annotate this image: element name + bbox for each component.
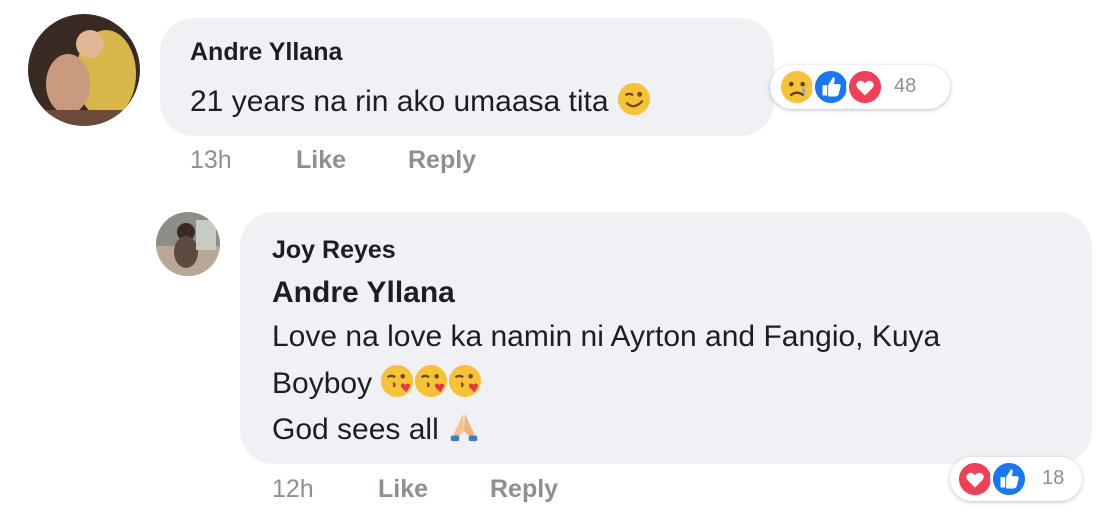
comment-timestamp[interactable]: 13h bbox=[190, 146, 232, 175]
like-reaction-icon bbox=[990, 460, 1028, 498]
comment-text: 21 years na rin ako umaasa tita bbox=[190, 82, 651, 124]
comment-like-button[interactable]: Like bbox=[296, 146, 346, 175]
reply-text-line-2-body: Boyboy bbox=[272, 366, 373, 400]
reply-text-line-3-body: God sees all bbox=[272, 412, 439, 446]
winking-face-icon bbox=[617, 82, 651, 124]
love-reaction-icon bbox=[956, 460, 994, 498]
reply-reply-button[interactable]: Reply bbox=[490, 475, 558, 504]
reply-timestamp[interactable]: 12h bbox=[272, 475, 314, 504]
face-blowing-kiss-icon bbox=[414, 364, 448, 406]
reply-reactions[interactable]: 18 bbox=[950, 457, 1082, 501]
reply-like-button[interactable]: Like bbox=[378, 475, 428, 504]
face-blowing-kiss-icon bbox=[380, 364, 414, 406]
comment-reaction-count: 48 bbox=[894, 75, 917, 97]
avatar-joy-reyes[interactable] bbox=[156, 212, 220, 276]
like-reaction-icon bbox=[812, 68, 850, 106]
reply-mention[interactable]: Andre Yllana bbox=[272, 276, 455, 310]
face-blowing-kiss-icon bbox=[448, 364, 482, 406]
folded-hands-icon bbox=[447, 410, 481, 452]
avatar-andre-yllana[interactable] bbox=[28, 14, 140, 126]
comment-reactions[interactable]: 48 bbox=[770, 65, 950, 109]
sad-reaction-icon bbox=[778, 68, 816, 106]
reply-text-line-1: Love na love ka namin ni Ayrton and Fang… bbox=[272, 320, 941, 353]
love-reaction-icon bbox=[846, 68, 884, 106]
reply-text-line-3: God sees all bbox=[272, 410, 481, 452]
reply-text-line-2: Boyboy bbox=[272, 364, 482, 406]
mention-text[interactable]: Andre Yllana bbox=[272, 276, 455, 309]
comment-text-body: 21 years na rin ako umaasa tita bbox=[190, 84, 609, 118]
reply-reaction-count: 18 bbox=[1042, 467, 1065, 489]
comment-reply-button[interactable]: Reply bbox=[408, 146, 476, 175]
comment-author[interactable]: Andre Yllana bbox=[190, 38, 342, 67]
reply-author[interactable]: Joy Reyes bbox=[272, 236, 396, 265]
